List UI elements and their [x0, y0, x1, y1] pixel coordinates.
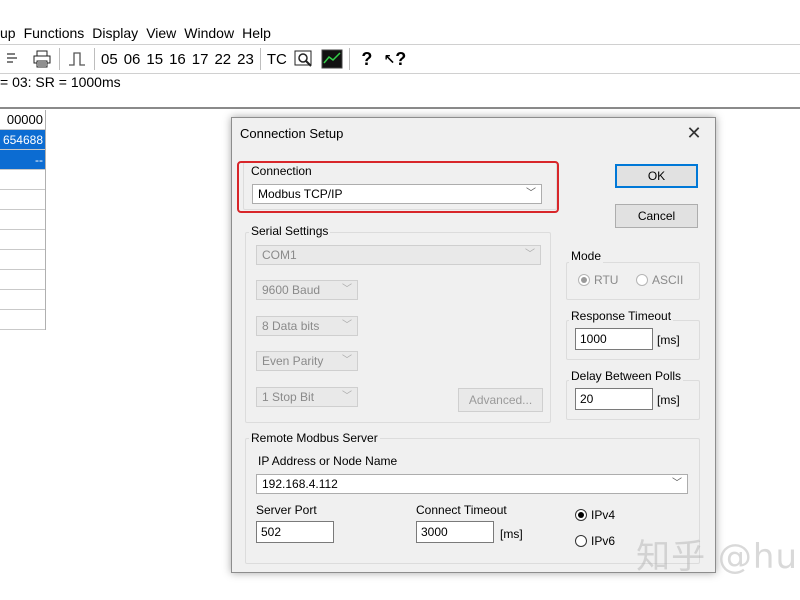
function-23-button[interactable]: 23: [234, 47, 257, 71]
dialog-title: Connection Setup: [240, 126, 344, 141]
delay-polls-label: Delay Between Polls: [569, 369, 684, 383]
advanced-button[interactable]: Advanced...: [458, 388, 543, 412]
whats-this-icon[interactable]: ↖?: [381, 47, 409, 71]
connect-timeout-label: Connect Timeout: [416, 503, 507, 517]
response-timeout-input[interactable]: 1000: [575, 328, 653, 350]
ipv4-label: IPv4: [591, 508, 616, 522]
radio-dot: [575, 535, 587, 547]
radio-dot: [636, 274, 648, 286]
baud-select[interactable]: 9600 Baud ﹀: [256, 280, 358, 300]
mode-ascii-label: ASCII: [652, 273, 684, 287]
pointer-icon: ↖: [383, 50, 396, 67]
grid-row[interactable]: --: [0, 150, 45, 170]
mode-label: Mode: [569, 249, 604, 263]
help-icon-glyph: ?: [361, 48, 373, 69]
chevron-down-icon: ﹀: [342, 355, 352, 366]
ipv6-label: IPv6: [591, 534, 616, 548]
menu-view[interactable]: View: [142, 25, 180, 41]
mode-rtu-label: RTU: [594, 273, 619, 287]
baud-value: 9600 Baud: [262, 283, 321, 297]
radio-dot: [575, 509, 587, 521]
ok-button[interactable]: OK: [615, 164, 698, 188]
function-15-button[interactable]: 15: [143, 47, 166, 71]
function-22-button[interactable]: 22: [211, 47, 234, 71]
parity-select[interactable]: Even Parity ﹀: [256, 351, 358, 371]
grid-row-selected[interactable]: 654688: [0, 130, 45, 150]
radio-dot: [578, 274, 590, 286]
grid-row[interactable]: [0, 230, 45, 250]
menu-help[interactable]: Help: [238, 25, 275, 41]
remote-server-label: Remote Modbus Server: [249, 431, 380, 445]
delay-polls-input[interactable]: 20: [575, 388, 653, 410]
connection-setup-dialog: Connection Setup ✕ Connection Modbus TCP…: [231, 117, 716, 573]
toolbar-separator: [348, 48, 350, 70]
chevron-down-icon: ﹀: [342, 391, 352, 402]
toolbar: 05 06 15 16 17 22 23 TC ? ↖?: [0, 44, 800, 74]
toolbar-separator: [59, 48, 60, 70]
tc-button[interactable]: TC: [264, 47, 290, 71]
com-port-select[interactable]: COM1 ﹀: [256, 245, 541, 265]
chart-icon[interactable]: [318, 47, 346, 71]
chevron-down-icon: ﹀: [525, 249, 535, 260]
watermark: 知乎 @hu: [636, 537, 798, 577]
com-port-value: COM1: [262, 248, 297, 262]
mode-ascii-radio[interactable]: ASCII: [636, 273, 683, 287]
response-timeout-unit: [ms]: [657, 333, 680, 347]
chevron-down-icon: ﹀: [342, 320, 352, 331]
grid-row[interactable]: [0, 170, 45, 190]
grid-row[interactable]: [0, 250, 45, 270]
toolbar-separator: [259, 48, 261, 70]
ip-address-input[interactable]: 192.168.4.112 ﹀: [256, 474, 688, 494]
whats-this-glyph: ?: [395, 48, 407, 69]
menu-window[interactable]: Window: [180, 25, 238, 41]
server-port-label: Server Port: [256, 503, 317, 517]
pulse-icon[interactable]: [63, 47, 91, 71]
connect-timeout-input[interactable]: 3000: [416, 521, 494, 543]
content-divider: [0, 107, 800, 109]
function-17-button[interactable]: 17: [189, 47, 212, 71]
grid-row[interactable]: [0, 270, 45, 290]
connect-timeout-unit: [ms]: [500, 527, 523, 541]
server-port-input[interactable]: 502: [256, 521, 334, 543]
serial-settings-label: Serial Settings: [249, 224, 331, 238]
menu-bar: up Functions Display View Window Help: [0, 22, 800, 44]
menu-setup[interactable]: up: [0, 25, 20, 41]
data-grid: 00000 654688 --: [0, 110, 46, 330]
delay-polls-unit: [ms]: [657, 393, 680, 407]
response-timeout-label: Response Timeout: [569, 309, 674, 323]
help-icon[interactable]: ?: [353, 47, 381, 71]
grid-row[interactable]: [0, 290, 45, 310]
grid-row[interactable]: [0, 310, 45, 330]
ip-address-value: 192.168.4.112: [262, 477, 338, 491]
function-16-button[interactable]: 16: [166, 47, 189, 71]
document-icon[interactable]: [0, 47, 28, 71]
stop-bits-value: 1 Stop Bit: [262, 390, 315, 404]
menu-display[interactable]: Display: [88, 25, 142, 41]
printer-icon[interactable]: [28, 47, 56, 71]
grid-row[interactable]: [0, 210, 45, 230]
grid-header: 00000: [0, 110, 45, 130]
data-bits-value: 8 Data bits: [262, 319, 320, 333]
status-line: = 03: SR = 1000ms: [0, 74, 121, 90]
ip-address-label: IP Address or Node Name: [258, 454, 398, 468]
grid-row[interactable]: [0, 190, 45, 210]
menu-functions[interactable]: Functions: [20, 25, 89, 41]
cancel-button[interactable]: Cancel: [615, 204, 698, 228]
ipv4-radio[interactable]: IPv4: [575, 508, 615, 522]
monitor-search-icon[interactable]: [290, 47, 318, 71]
function-05-button[interactable]: 05: [98, 47, 121, 71]
data-bits-select[interactable]: 8 Data bits ﹀: [256, 316, 358, 336]
function-06-button[interactable]: 06: [121, 47, 144, 71]
chevron-down-icon: ﹀: [672, 478, 682, 489]
close-icon[interactable]: ✕: [683, 122, 705, 144]
parity-value: Even Parity: [262, 354, 324, 368]
stop-bits-select[interactable]: 1 Stop Bit ﹀: [256, 387, 358, 407]
toolbar-separator: [94, 48, 95, 70]
chevron-down-icon: ﹀: [342, 284, 352, 295]
ipv6-radio[interactable]: IPv6: [575, 534, 615, 548]
highlight-box: [237, 161, 559, 213]
mode-rtu-radio[interactable]: RTU: [578, 273, 618, 287]
